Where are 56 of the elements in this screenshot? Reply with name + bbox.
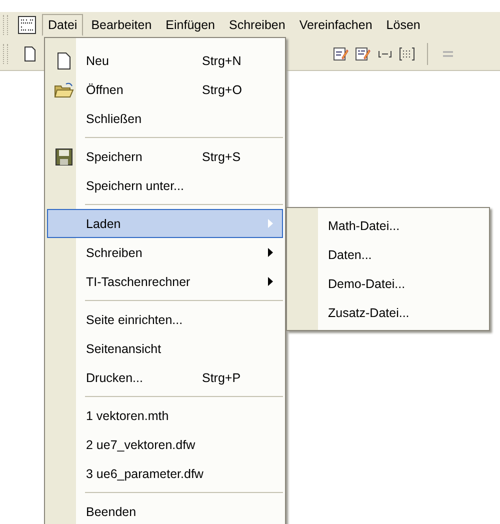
menu-item[interactable]: TI-Taschenrechner [47,267,283,296]
menu-item-label: Neu [86,54,110,68]
menu-item-label: Speichern [86,150,144,164]
menu-item-label: 1 vektoren.mth [86,408,170,422]
menu-item-label: Seitenansicht [86,342,162,356]
app-icon[interactable] [18,16,36,34]
menu-item-label: Öffnen [86,82,124,96]
menu-item-label: Laden [86,216,122,230]
menu-item[interactable]: 1 vektoren.mth [47,401,283,430]
shortcut-label: Strg+O [202,82,242,96]
menu-item[interactable]: Math-Datei... [289,211,487,240]
submenu-arrow-icon [268,248,274,257]
submenu-arrow-icon [268,277,274,286]
menu-item-label: Beenden [86,504,138,518]
menu-item[interactable]: Schreiben [47,238,283,267]
menu-item[interactable]: Seite einrichten... [47,305,283,334]
menu-item[interactable]: Demo-Datei... [289,269,487,298]
menu-item-label: 2 ue7_vektoren.dfw [86,438,196,452]
shortcut-label: Strg+S [202,150,241,164]
menu-item[interactable]: Schließen [47,104,283,133]
menu-bar-item[interactable]: Datei [42,14,84,36]
menu-item-label: Daten... [328,248,373,262]
edit-equation-icon[interactable] [355,46,371,62]
menu-bar-item[interactable]: Schreiben [223,14,292,36]
menu-item[interactable]: Speichern Strg+S [47,142,283,171]
menu-item-label: 3 ue6_parameter.dfw [86,466,204,480]
menu-item-label: Demo-Datei... [328,276,406,290]
shortcut-label: Strg+P [202,370,241,384]
menu-bar-item[interactable]: Lösen [380,14,426,36]
new-document-icon[interactable] [22,46,38,62]
menu-item-label: TI-Taschenrechner [86,274,192,288]
menu-item-label: Seite einrichten... [86,312,184,326]
menu-item[interactable]: Speichern unter... [47,171,283,200]
menu-bar-item[interactable]: Einfügen [160,14,222,36]
menu-item[interactable]: Neu Strg+N [47,46,283,75]
menu-bar-item[interactable]: Bearbeiten [85,14,158,36]
menu-item[interactable]: Daten... [289,240,487,269]
menu-item[interactable]: Zusatz-Datei... [289,298,487,327]
menu-item[interactable]: Seitenansicht [47,334,283,363]
menu-item[interactable]: Öffnen Strg+O [47,75,283,104]
menu-item[interactable]: 2 ue7_vektoren.dfw [47,430,283,459]
shortcut-label: Strg+N [202,54,242,68]
menu-item-label: Zusatz-Datei... [328,306,410,320]
menu-item[interactable]: Beenden [47,497,283,524]
menu-item-label: Drucken... [86,370,144,384]
menu-item-label: Schließen [86,112,143,126]
menu-bar-item[interactable]: Vereinfachen [293,14,378,36]
matrix-icon[interactable] [399,46,415,62]
menu-item[interactable]: Laden [47,209,283,238]
submenu-arrow-icon [268,219,274,228]
menu-item-label: Speichern unter... [86,178,185,192]
menu-item-label: Math-Datei... [328,218,401,232]
menu-item[interactable]: 3 ue6_parameter.dfw [47,459,283,488]
menu-item[interactable]: Drucken... Strg+P [47,363,283,392]
edit-expression-icon[interactable] [333,46,349,62]
menu-item-label: Schreiben [86,246,144,260]
